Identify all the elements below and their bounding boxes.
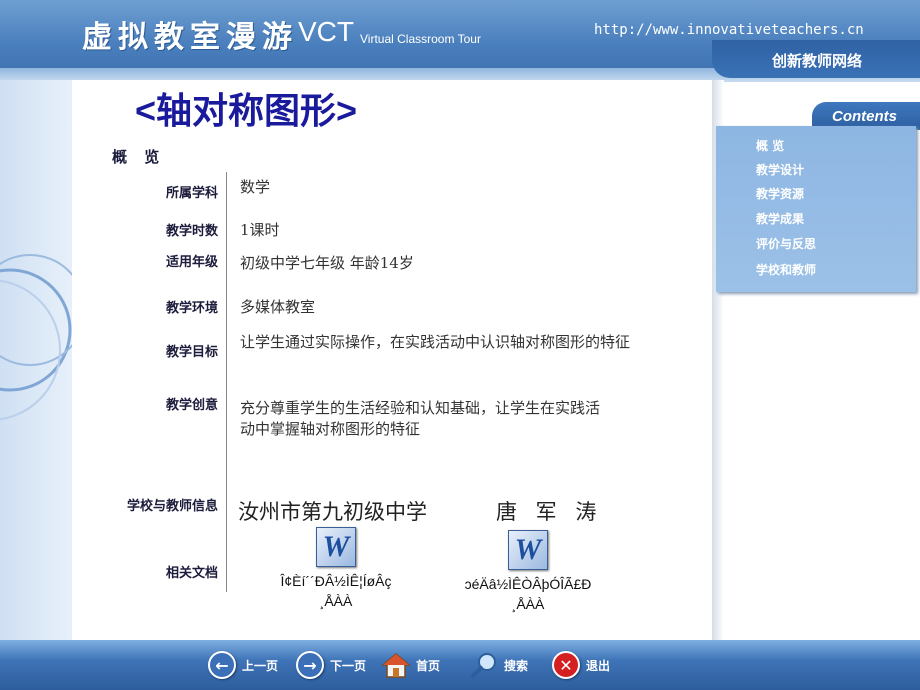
footer-bar xyxy=(0,640,920,690)
field-label-hours: 教学时数 xyxy=(165,224,218,239)
close-icon[interactable]: ✕ xyxy=(552,651,580,679)
search-icon[interactable] xyxy=(470,652,498,678)
menu-item-design[interactable]: 教学设计 xyxy=(756,161,804,178)
page-title: <轴对称图形> xyxy=(135,90,358,131)
field-value-grade: 初级中学七年级 年龄14岁 xyxy=(240,254,414,272)
document-name[interactable]: Î¢Èí´´ÐÂ½ÌÊ¦ÍøÂç ¸ÅÀÀ xyxy=(241,571,431,611)
menu-item-overview[interactable]: 概 览 xyxy=(756,137,784,154)
next-page-button[interactable]: → 下一页 xyxy=(296,651,366,679)
site-url[interactable]: http://www.innovativeteachers.cn xyxy=(594,22,864,38)
document-link-2[interactable]: W ɔéÄâ½ÌÊÒÂþÓÎÃ£Ð ¸ÅÀÀ xyxy=(433,530,623,614)
field-label-documents: 相关文档 xyxy=(165,566,218,581)
contents-title: Contents xyxy=(832,108,897,125)
field-label-school-teacher: 学校与教师信息 xyxy=(126,499,218,514)
field-value-subject: 数学 xyxy=(240,178,271,196)
next-page-label[interactable]: 下一页 xyxy=(330,657,366,674)
field-value-goal: 让学生通过实际操作，在实践活动中认识轴对称图形的特征 xyxy=(240,333,631,351)
menu-item-evaluation[interactable]: 评价与反思 xyxy=(756,235,816,252)
field-label-idea: 教学创意 xyxy=(165,398,218,413)
app-title: 虚拟教室漫游 xyxy=(82,20,298,55)
exit-button[interactable]: ✕ 退出 xyxy=(552,651,610,679)
network-label[interactable]: 创新教师网络 xyxy=(772,50,862,71)
left-decoration xyxy=(0,80,86,640)
divider-line xyxy=(226,172,227,592)
menu-item-school-teacher[interactable]: 学校和教师 xyxy=(756,261,816,278)
app-title-english: Virtual Classroom Tour xyxy=(360,32,481,46)
menu-item-results[interactable]: 教学成果 xyxy=(756,210,804,227)
exit-label[interactable]: 退出 xyxy=(586,657,610,674)
teacher-name: 唐 军 涛 xyxy=(496,500,603,524)
app-title-vct: VCT xyxy=(298,16,354,47)
arrow-right-icon[interactable]: → xyxy=(296,651,324,679)
school-name: 汝州市第九初级中学 xyxy=(238,500,427,524)
prev-page-button[interactable]: ← 上一页 xyxy=(208,651,278,679)
field-value-hours: 1课时 xyxy=(240,221,280,239)
field-value-environment: 多媒体教室 xyxy=(240,298,316,316)
field-label-grade: 适用年级 xyxy=(165,255,218,270)
home-icon[interactable] xyxy=(382,652,410,678)
search-button[interactable]: 搜索 xyxy=(470,652,528,678)
arrow-left-icon[interactable]: ← xyxy=(208,651,236,679)
prev-page-label[interactable]: 上一页 xyxy=(242,657,278,674)
field-value-idea-line1: 充分尊重学生的生活经验和认知基础，让学生在实践活 xyxy=(240,399,601,417)
document-name[interactable]: ɔéÄâ½ÌÊÒÂþÓÎÃ£Ð ¸ÅÀÀ xyxy=(433,574,623,614)
home-label[interactable]: 首页 xyxy=(416,657,440,674)
search-label[interactable]: 搜索 xyxy=(504,657,528,674)
home-button[interactable]: 首页 xyxy=(382,652,440,678)
word-document-icon[interactable]: W xyxy=(508,530,548,570)
field-value-idea-line2: 动中掌握轴对称图形的特征 xyxy=(240,420,421,438)
field-label-goal: 教学目标 xyxy=(165,345,218,360)
decorative-circles-icon xyxy=(0,254,86,421)
document-link-1[interactable]: W Î¢Èí´´ÐÂ½ÌÊ¦ÍøÂç ¸ÅÀÀ xyxy=(241,527,431,611)
field-label-subject: 所属学科 xyxy=(165,186,218,201)
overview-heading: 概 览 xyxy=(112,148,166,166)
field-label-environment: 教学环境 xyxy=(165,301,218,316)
menu-item-resources[interactable]: 教学资源 xyxy=(756,185,804,202)
word-document-icon[interactable]: W xyxy=(316,527,356,567)
